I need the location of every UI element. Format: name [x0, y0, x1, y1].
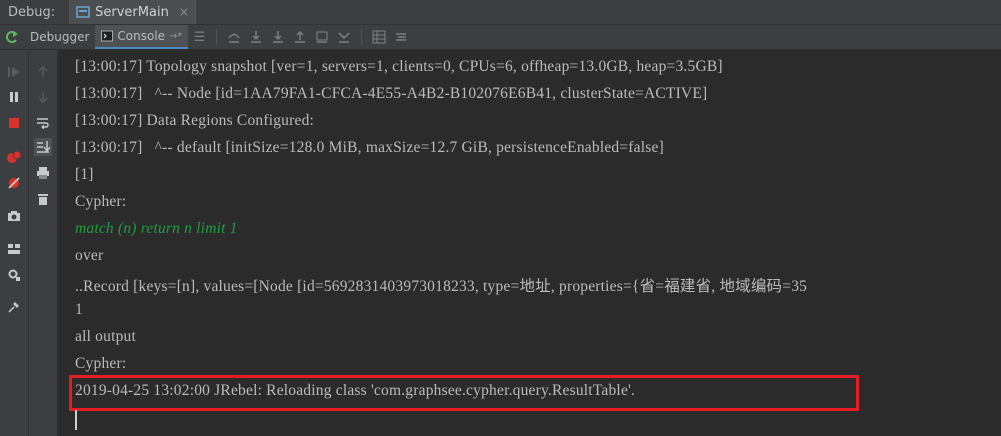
resume-icon[interactable] — [5, 63, 23, 81]
menu-icon[interactable]: ☰ — [188, 26, 210, 48]
text-caret — [75, 410, 77, 430]
run-config-name: ServerMain — [95, 4, 169, 20]
console-actions-strip — [29, 50, 58, 436]
soft-wrap-icon[interactable] — [34, 114, 52, 132]
toolbar-separator — [216, 29, 218, 45]
step-out-icon[interactable] — [289, 26, 311, 48]
step-into-icon[interactable] — [245, 26, 267, 48]
pin-tab-icon[interactable]: →* — [169, 31, 182, 42]
console-line: [13:00:17] ^-- Node [id=1AA79FA1-CFCA-4E… — [75, 85, 708, 102]
evaluate-icon[interactable] — [368, 26, 390, 48]
tab-console[interactable]: Console →* — [95, 25, 189, 49]
console-output[interactable]: [13:00:17] Topology snapshot [ver=1, ser… — [58, 50, 1001, 436]
console-line: all output — [75, 328, 136, 345]
console-line: [13:00:17] ^-- default [initSize=128.0 M… — [75, 139, 664, 156]
debug-label: Debug: — [8, 4, 56, 20]
close-tab-icon[interactable]: × — [179, 5, 189, 19]
gear-icon[interactable] — [5, 266, 23, 284]
up-arrow-icon[interactable] — [34, 63, 52, 81]
debug-title-bar: Debug: ServerMain × — [0, 0, 1001, 25]
console-line: ..Record [keys=[n], values=[Node [id=569… — [75, 278, 808, 295]
tab-debugger[interactable]: Debugger — [24, 25, 95, 49]
toolbar-separator — [361, 29, 363, 45]
force-step-into-icon[interactable] — [267, 26, 289, 48]
run-to-cursor-icon[interactable] — [333, 26, 355, 48]
console-line: Cypher: — [75, 355, 127, 372]
step-over-icon[interactable] — [223, 26, 245, 48]
console-line: 1 — [75, 301, 83, 318]
console-line: [13:00:17] Data Regions Configured: — [75, 112, 315, 129]
down-arrow-icon[interactable] — [34, 88, 52, 106]
run-config-tab[interactable]: ServerMain × — [69, 0, 196, 24]
print-icon[interactable] — [34, 164, 52, 182]
debug-toolbar: Debugger Console →* ☰ — [0, 25, 1001, 50]
highlight-box — [69, 375, 859, 411]
tab-console-label: Console — [117, 29, 166, 43]
console-line: Cypher: — [75, 193, 127, 210]
clear-all-icon[interactable] — [34, 190, 52, 208]
tab-debugger-label: Debugger — [30, 30, 90, 44]
rerun-icon[interactable] — [0, 25, 24, 49]
mute-breakpoints-icon[interactable] — [5, 174, 23, 192]
scroll-to-end-icon[interactable] — [34, 138, 52, 156]
drop-frame-icon[interactable] — [311, 26, 333, 48]
camera-icon[interactable] — [5, 207, 23, 225]
pin-icon[interactable] — [5, 298, 23, 316]
console-line: [13:00:17] Topology snapshot [ver=1, ser… — [75, 58, 723, 75]
run-config-icon — [76, 5, 90, 19]
console-input-line: match (n) return n limit 1 — [75, 220, 238, 237]
debug-actions-strip — [0, 50, 29, 436]
console-icon — [101, 30, 114, 42]
view-breakpoints-icon[interactable] — [5, 148, 23, 166]
console-line: [1] — [75, 166, 94, 183]
stop-icon[interactable] — [5, 114, 23, 132]
pause-icon[interactable] — [5, 88, 23, 106]
frames-icon[interactable] — [390, 26, 412, 48]
layout-icon[interactable] — [5, 240, 23, 258]
console-line: over — [75, 247, 104, 264]
